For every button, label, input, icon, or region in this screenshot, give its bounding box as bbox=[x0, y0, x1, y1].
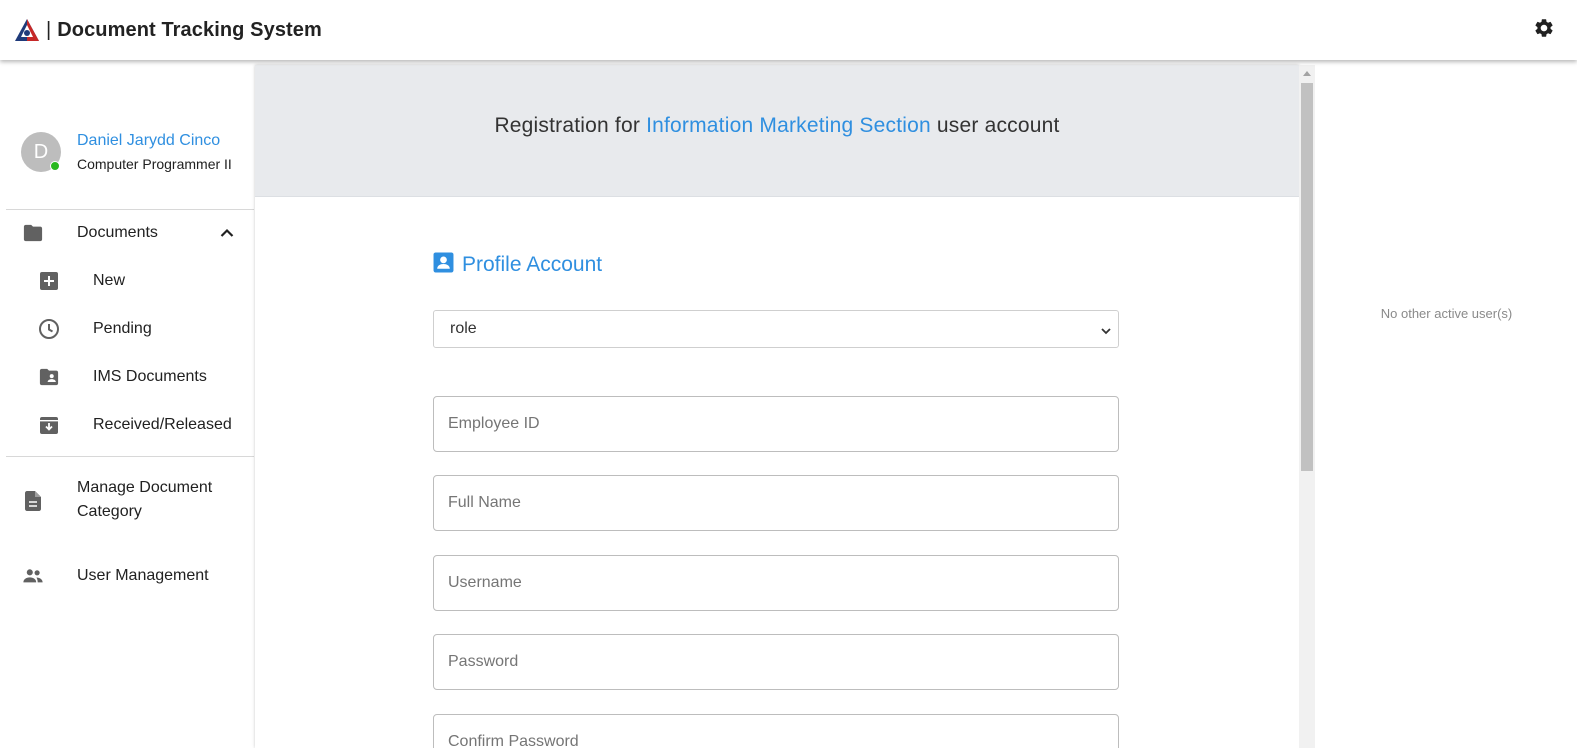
main-scrollbar[interactable] bbox=[1299, 65, 1315, 748]
sidebar-item-pending[interactable]: Pending bbox=[0, 317, 254, 341]
sidebar: D Daniel Jarydd Cinco Computer Programme… bbox=[0, 60, 255, 748]
no-active-users-text: No other active user(s) bbox=[1380, 306, 1513, 321]
sidebar-item-received-released[interactable]: Received/Released bbox=[0, 413, 254, 437]
password-placeholder: Password bbox=[448, 653, 519, 670]
chevron-down-icon bbox=[1100, 324, 1112, 336]
archive-icon bbox=[38, 414, 60, 436]
sidebar-item-manage-document-category[interactable]: Manage Document Category bbox=[0, 476, 254, 526]
sidebar-item-label: IMS Documents bbox=[93, 368, 207, 385]
agency-logo bbox=[14, 17, 40, 43]
username-placeholder: Username bbox=[448, 574, 522, 591]
role-select-value: role bbox=[450, 320, 477, 337]
account-box-icon bbox=[433, 252, 454, 278]
confirm-password-field[interactable]: Confirm Password bbox=[433, 714, 1119, 748]
settings-gear-icon[interactable] bbox=[1533, 17, 1555, 39]
folder-shared-icon bbox=[38, 366, 60, 388]
username-field[interactable]: Username bbox=[433, 555, 1119, 611]
password-field[interactable]: Password bbox=[433, 634, 1119, 690]
sidebar-item-label: Pending bbox=[93, 320, 152, 337]
user-profile: D Daniel Jarydd Cinco Computer Programme… bbox=[21, 132, 251, 172]
heading-suffix: user account bbox=[936, 114, 1060, 137]
profile-role: Computer Programmer II bbox=[77, 156, 232, 172]
sidebar-item-user-management[interactable]: User Management bbox=[0, 564, 254, 588]
sidebar-item-new[interactable]: New bbox=[0, 269, 254, 293]
scroll-thumb[interactable] bbox=[1301, 83, 1313, 471]
employee-id-field[interactable]: Employee ID bbox=[433, 396, 1119, 452]
document-icon bbox=[22, 490, 44, 512]
profile-account-header: Profile Account bbox=[433, 252, 602, 278]
chevron-up-icon[interactable] bbox=[216, 222, 238, 244]
section-title: Profile Account bbox=[462, 253, 603, 276]
profile-name[interactable]: Daniel Jarydd Cinco bbox=[77, 132, 220, 150]
clock-icon bbox=[38, 318, 60, 340]
role-select[interactable]: role bbox=[433, 310, 1119, 348]
full-name-placeholder: Full Name bbox=[448, 494, 521, 511]
online-status-indicator bbox=[50, 161, 60, 171]
sidebar-item-documents[interactable]: Documents bbox=[0, 221, 254, 245]
sidebar-item-label: New bbox=[93, 272, 126, 289]
sidebar-item-label: User Management bbox=[77, 567, 209, 584]
people-icon bbox=[22, 565, 44, 587]
sidebar-item-label: Documents bbox=[77, 224, 158, 241]
heading-section-name: Information Marketing Section bbox=[646, 114, 931, 137]
sidebar-item-label: Manage Document bbox=[77, 479, 213, 496]
sidebar-divider bbox=[6, 209, 254, 210]
employee-id-placeholder: Employee ID bbox=[448, 415, 540, 432]
plus-box-icon bbox=[38, 270, 60, 292]
sidebar-item-label: Category bbox=[77, 503, 142, 520]
brand[interactable]: | Document Tracking System bbox=[14, 15, 322, 45]
sidebar-item-ims-documents[interactable]: IMS Documents bbox=[0, 365, 254, 389]
folder-icon bbox=[22, 222, 44, 244]
top-app-bar: | Document Tracking System bbox=[0, 0, 1577, 60]
brand-separator: | bbox=[46, 18, 52, 41]
sidebar-divider bbox=[6, 456, 254, 457]
registration-panel: Registration for Information Marketing S… bbox=[255, 65, 1299, 748]
registration-banner: Registration for Information Marketing S… bbox=[255, 65, 1299, 197]
heading-prefix: Registration for bbox=[494, 114, 641, 137]
active-users-panel: No other active user(s) bbox=[1316, 60, 1577, 748]
full-name-field[interactable]: Full Name bbox=[433, 475, 1119, 531]
registration-heading: Registration for Information Marketing S… bbox=[255, 114, 1299, 138]
app-title: Document Tracking System bbox=[57, 18, 322, 41]
scroll-up-arrow-icon[interactable] bbox=[1303, 71, 1311, 76]
sidebar-item-label: Received/Released bbox=[93, 416, 232, 433]
confirm-password-placeholder: Confirm Password bbox=[448, 733, 579, 748]
